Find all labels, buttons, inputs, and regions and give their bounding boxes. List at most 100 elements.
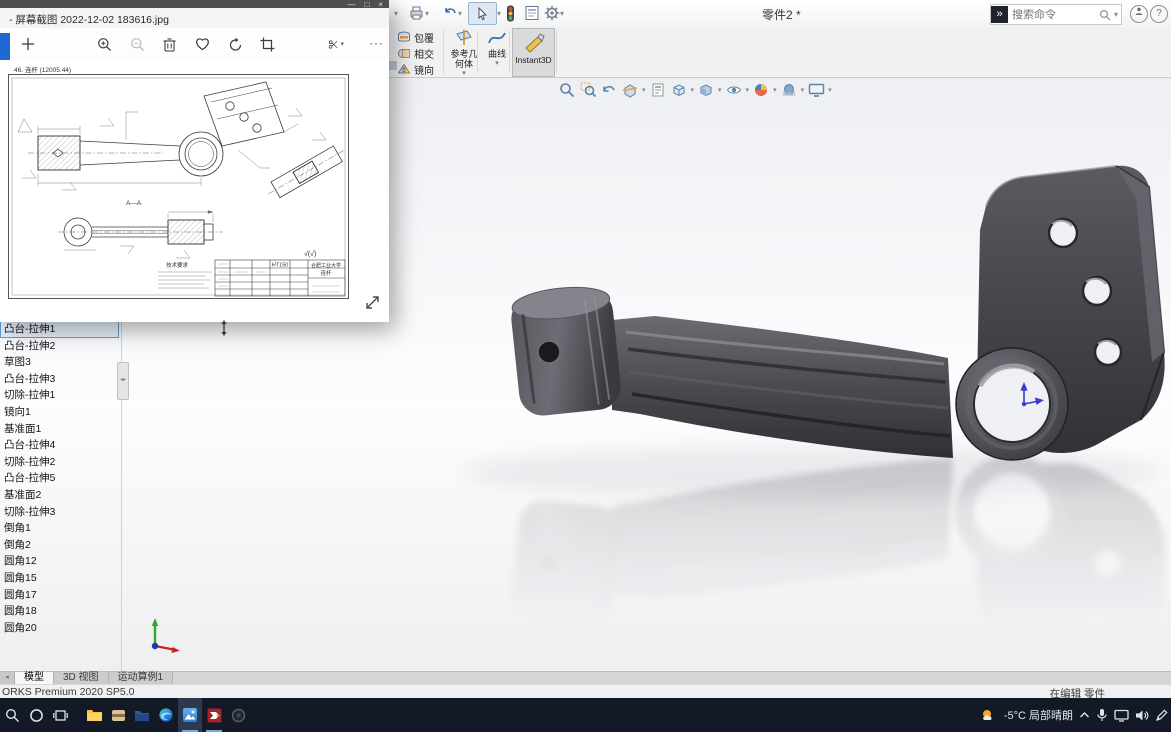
zoom-to-fit-icon[interactable] <box>558 81 576 99</box>
save-menu-caret-icon[interactable]: ▾ <box>394 4 398 22</box>
zoom-in-icon[interactable] <box>96 36 112 52</box>
chevron-down-icon[interactable]: ▾ <box>691 86 695 94</box>
taskbar-file-explorer-icon[interactable] <box>82 698 106 732</box>
section-view-icon[interactable] <box>621 81 639 99</box>
feature-tree-item[interactable]: 圆角15 <box>0 570 119 587</box>
microphone-icon[interactable] <box>1096 708 1108 722</box>
weather-text[interactable]: -5°C 局部晴朗 <box>1004 707 1073 723</box>
ribbon-item-label: 相交 <box>414 50 434 61</box>
display-icon[interactable] <box>1114 709 1129 722</box>
feature-tree-item[interactable]: 基准面1 <box>0 421 119 438</box>
feature-tree-item[interactable]: 凸台-拉伸1 <box>0 321 119 338</box>
ribbon-item-reference-geometry[interactable]: 参考几何体 ▾ <box>447 29 481 79</box>
image-caption: 46. 连杆 (12005.44) <box>14 67 72 74</box>
feature-tree-item[interactable]: 基准面2 <box>0 487 119 504</box>
drawing-material: HT150 <box>272 263 289 269</box>
help-icon[interactable]: ? <box>1150 5 1168 23</box>
feature-tree-item[interactable]: 凸台-拉伸3 <box>0 371 119 388</box>
panel-splitter-handle[interactable]: ◂▸ <box>117 362 129 400</box>
options-list-icon[interactable] <box>524 4 540 22</box>
taskbar-photos-app-icon[interactable] <box>178 698 202 732</box>
rotate-icon[interactable] <box>227 36 243 52</box>
feature-tree-item[interactable]: 倒角1 <box>0 520 119 537</box>
expand-image-icon[interactable] <box>364 294 381 316</box>
edit-appearance-icon[interactable] <box>752 81 770 99</box>
feature-tree-item[interactable]: 切除-拉伸2 <box>0 454 119 471</box>
search-caret-icon[interactable]: ▾ <box>1114 10 1118 19</box>
favorite-icon[interactable] <box>194 36 210 52</box>
taskbar-toolbox-app-icon[interactable] <box>106 698 130 732</box>
chevron-down-icon[interactable]: ▾ <box>801 86 805 94</box>
feature-tree-item[interactable]: 凸台-拉伸5 <box>0 470 119 487</box>
feature-tree-item[interactable]: 圆角20 <box>0 620 119 637</box>
delete-icon[interactable] <box>161 36 177 52</box>
ribbon-item-wrap[interactable]: 包覆 <box>397 30 434 45</box>
windows-taskbar: -5°C 局部晴朗 <box>0 698 1171 732</box>
chevron-down-icon[interactable]: ▾ <box>773 86 777 94</box>
photos-toolbar: ▾ ··· <box>0 28 389 60</box>
add-icon[interactable] <box>20 36 36 52</box>
zoom-out-icon[interactable] <box>129 36 145 52</box>
search-icon[interactable] <box>1099 9 1111 21</box>
view-settings-icon[interactable] <box>807 81 825 99</box>
annotations-icon[interactable] <box>649 81 667 99</box>
print-icon[interactable]: ▾ <box>408 4 429 22</box>
photos-title-bar[interactable]: - 屏幕截图 2022-12-02 183616.jpg <box>0 8 389 29</box>
ribbon-item-instant3d[interactable]: Instant3D <box>512 28 555 77</box>
crop-icon[interactable] <box>259 36 275 52</box>
photo-image-area[interactable]: 46. 连杆 (12005.44) A—A 技术要求 √(√) HT150 合肥… <box>0 60 389 322</box>
feature-tree-item[interactable]: 凸台-拉伸2 <box>0 338 119 355</box>
search-input[interactable] <box>1008 8 1099 21</box>
taskbar-mail-app-icon[interactable] <box>130 698 154 732</box>
ribbon-item-intersect[interactable]: 相交 <box>397 46 434 61</box>
feature-tree-item[interactable]: 切除-拉伸1 <box>0 387 119 404</box>
view-orientation-icon[interactable] <box>670 81 688 99</box>
select-caret-icon[interactable]: ▾ <box>497 4 501 22</box>
feature-tree-item[interactable]: 凸台-拉伸4 <box>0 437 119 454</box>
pen-icon[interactable] <box>1155 708 1168 722</box>
apply-scene-icon[interactable] <box>780 81 798 99</box>
chevron-down-icon[interactable]: ▾ <box>828 86 832 94</box>
search-box[interactable]: » ▾ <box>990 4 1122 25</box>
edit-icon[interactable]: ▾ <box>328 36 344 52</box>
feature-tree-item[interactable]: 圆角17 <box>0 587 119 604</box>
more-options-button[interactable]: ··· <box>369 36 384 50</box>
chevron-down-icon[interactable]: ▾ <box>642 86 646 94</box>
feature-tree-item[interactable]: 切除-拉伸3 <box>0 504 119 521</box>
ribbon-item-label: 包覆 <box>414 34 434 45</box>
document-tabs-bar: ◂ 模型 3D 视图 运动算例1 <box>0 671 1171 685</box>
rebuild-icon[interactable] <box>506 4 515 22</box>
taskbar-edge-browser-icon[interactable] <box>154 698 178 732</box>
photos-viewer-window[interactable]: — □ × - 屏幕截图 2022-12-02 183616.jpg ▾ ···… <box>0 0 389 322</box>
speaker-icon[interactable] <box>1135 709 1149 722</box>
hidden-icons-chevron-icon[interactable] <box>1079 711 1090 719</box>
user-account-icon[interactable] <box>1130 5 1148 23</box>
ribbon-separator <box>509 30 510 74</box>
settings-gear-icon[interactable]: ▾ <box>544 4 564 22</box>
feature-tree-item[interactable]: 草图3 <box>0 354 119 371</box>
zoom-to-area-icon[interactable] <box>579 81 597 99</box>
taskbar-solidworks-app-icon[interactable] <box>202 698 226 732</box>
taskbar-task-view-icon[interactable] <box>48 698 72 732</box>
select-tool-button[interactable] <box>468 2 497 25</box>
status-bar: ORKS Premium 2020 SP5.0 在编辑 零件 <box>0 684 1171 700</box>
weather-icon[interactable] <box>981 708 998 722</box>
taskbar-search-icon[interactable] <box>0 698 24 732</box>
taskbar-recorder-app-icon[interactable] <box>226 698 250 732</box>
chevron-down-icon[interactable]: ▾ <box>718 86 722 94</box>
chevron-down-icon[interactable]: ▾ <box>746 86 750 94</box>
photos-window-top-edge <box>0 0 389 8</box>
feature-tree-item[interactable]: 倒角2 <box>0 537 119 554</box>
select-arrow-icon <box>478 7 488 20</box>
feature-tree-item[interactable]: 圆角18 <box>0 603 119 620</box>
feature-tree-item[interactable]: 镜向1 <box>0 404 119 421</box>
undo-icon[interactable]: ▾ <box>442 4 462 22</box>
previous-view-icon[interactable] <box>600 81 618 99</box>
hide-show-items-icon[interactable] <box>725 81 743 99</box>
taskbar-cortana-icon[interactable] <box>24 698 48 732</box>
feature-tree-item[interactable]: 圆角12 <box>0 553 119 570</box>
heads-up-view-toolbar: ▾ ▾ ▾ ▾ ▾ ▾ ▾ <box>558 81 832 99</box>
screen: ▾ ▾ ▾ ▾ ▾ 零件2 * » ▾ ? <box>0 0 1171 732</box>
display-style-icon[interactable] <box>697 81 715 99</box>
ribbon-item-mirror[interactable]: 镜向 <box>397 62 434 77</box>
